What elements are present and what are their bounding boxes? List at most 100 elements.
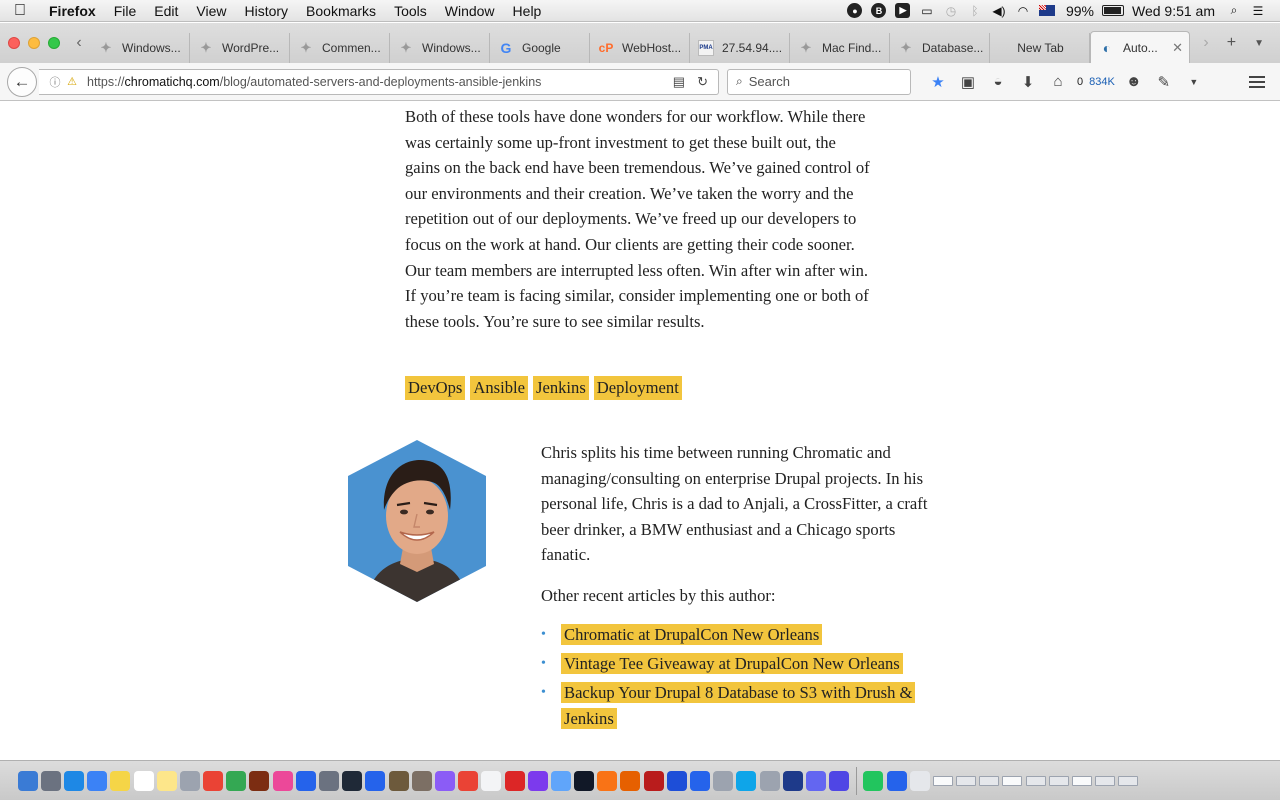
home-icon[interactable]: ⌂	[1043, 67, 1073, 97]
extension-counter[interactable]: 0 834K	[1073, 76, 1119, 88]
menu-firefox[interactable]: Firefox	[40, 0, 105, 22]
tab-scroll-left-icon[interactable]: ‹	[68, 34, 90, 52]
clock[interactable]: Wed 9:51 am	[1125, 3, 1222, 19]
dock-minimized-window-icon[interactable]	[1072, 775, 1093, 786]
url-text[interactable]: https://chromatichq.com/blog/automated-s…	[87, 75, 673, 89]
flag-au-icon[interactable]	[1035, 0, 1059, 22]
extension-menu-chevron-down-icon[interactable]: ▼	[1179, 67, 1209, 97]
dock-imovie-icon[interactable]	[527, 770, 548, 791]
tab-scroll-right-icon[interactable]: ›	[1203, 34, 1208, 52]
dock-minimized-window-icon[interactable]	[956, 775, 977, 786]
tag-ansible[interactable]: Ansible	[470, 376, 529, 400]
dock-system-preferences-icon[interactable]	[319, 770, 340, 791]
tab-10[interactable]: ◐ Auto... ✕	[1090, 31, 1190, 63]
tag-jenkins[interactable]: Jenkins	[533, 376, 589, 400]
clipboard-icon[interactable]: ▣	[953, 67, 983, 97]
dock-vlc-icon[interactable]	[597, 770, 618, 791]
new-tab-plus-icon[interactable]: +	[1227, 34, 1236, 52]
dock-messages-icon[interactable]	[226, 770, 247, 791]
dock-opera-icon[interactable]	[504, 770, 525, 791]
zoom-window-button[interactable]	[48, 37, 60, 49]
apple-icon[interactable]: 	[0, 2, 40, 20]
tag-devops[interactable]: DevOps	[405, 376, 466, 400]
airplay-icon[interactable]: ▭	[915, 0, 939, 22]
dock-minimized-window-icon[interactable]	[1025, 775, 1046, 786]
dock-mail-icon[interactable]	[87, 770, 108, 791]
dock-filezilla-icon[interactable]	[643, 770, 664, 791]
bluetooth-icon[interactable]: ᛒ	[963, 0, 987, 22]
dock-textwrangler-icon[interactable]	[759, 770, 780, 791]
reload-icon[interactable]: ↻	[697, 74, 708, 90]
record-icon[interactable]: ●	[843, 0, 867, 22]
article-link[interactable]: Vintage Tee Giveaway at DrupalCon New Or…	[561, 653, 903, 674]
tab-6[interactable]: PMA 27.54.94....	[690, 33, 790, 63]
dock-php-icon[interactable]	[829, 770, 850, 791]
article-link[interactable]: Backup Your Drupal 8 Database to S3 with…	[561, 682, 916, 729]
article-link[interactable]: Chromatic at DrupalCon New Orleans	[561, 624, 823, 645]
dock-preview-icon[interactable]	[434, 770, 455, 791]
dock-camino-icon[interactable]	[666, 770, 687, 791]
dock-photos-icon[interactable]	[179, 770, 200, 791]
reader-view-icon[interactable]: ▤	[673, 74, 685, 90]
dock-sequel-pro-icon[interactable]	[805, 770, 826, 791]
tab-list-chevron-down-icon[interactable]: ▼	[1254, 38, 1264, 49]
dock-stickies-icon[interactable]	[156, 770, 177, 791]
menu-bookmarks[interactable]: Bookmarks	[297, 0, 385, 22]
dock-minimized-window-icon[interactable]	[1095, 775, 1116, 786]
wifi-icon[interactable]: ◠	[1011, 0, 1035, 22]
dock-bbedit-icon[interactable]	[782, 770, 803, 791]
dock-netbeans-icon[interactable]	[388, 770, 409, 791]
dock-trash-icon[interactable]	[909, 770, 930, 791]
info-icon[interactable]: ⓘ	[47, 74, 63, 90]
dock-help-icon[interactable]	[713, 770, 734, 791]
dock-virtualbox-icon[interactable]	[736, 770, 757, 791]
dock-android-studio-icon[interactable]	[863, 770, 884, 791]
dock-minimized-window-icon[interactable]	[1002, 775, 1023, 786]
url-bar[interactable]: ⓘ ⚠ https://chromatichq.com/blog/automat…	[39, 68, 719, 95]
chat-icon[interactable]: ☻	[1119, 67, 1149, 97]
dock-textedit-icon[interactable]	[481, 770, 502, 791]
pocket-icon[interactable]: ◒	[983, 67, 1013, 97]
dock-gimp-icon[interactable]	[411, 770, 432, 791]
hamburger-menu-icon[interactable]	[1244, 69, 1270, 95]
dock-itunes-icon[interactable]	[272, 770, 293, 791]
dock-xcode-icon[interactable]	[365, 770, 386, 791]
minimize-window-button[interactable]	[28, 37, 40, 49]
menu-file[interactable]: File	[105, 0, 146, 22]
menu-edit[interactable]: Edit	[145, 0, 187, 22]
menu-tools[interactable]: Tools	[385, 0, 436, 22]
bookmark-star-icon[interactable]: ★	[923, 67, 953, 97]
dock-finder-icon[interactable]	[17, 770, 38, 791]
dock-photo-booth-icon[interactable]	[249, 770, 270, 791]
lock-warning-icon[interactable]: ⚠	[65, 75, 79, 89]
tab-5[interactable]: cP WebHost...	[590, 33, 690, 63]
tab-0[interactable]: ✦ Windows...	[90, 33, 190, 63]
dock-terminal-icon[interactable]	[574, 770, 595, 791]
dock-safari-icon[interactable]	[63, 770, 84, 791]
dock-minimized-window-icon[interactable]	[1118, 775, 1139, 786]
b-icon[interactable]: B	[867, 0, 891, 22]
extension-icon[interactable]: ✎	[1149, 67, 1179, 97]
menu-help[interactable]: Help	[504, 0, 551, 22]
tag-deployment[interactable]: Deployment	[593, 376, 682, 400]
battery-icon[interactable]	[1101, 0, 1125, 22]
close-tab-icon[interactable]: ✕	[1172, 40, 1183, 56]
dock-firefox-icon[interactable]	[620, 770, 641, 791]
dock-chrome-icon[interactable]	[203, 770, 224, 791]
tab-7[interactable]: ✦ Mac Find...	[790, 33, 890, 63]
dock-launchpad-icon[interactable]	[40, 770, 61, 791]
media-icon[interactable]: ▶	[891, 0, 915, 22]
time-machine-icon[interactable]: ◷	[939, 0, 963, 22]
search-input[interactable]: ⌕ Search	[727, 68, 911, 95]
notification-center-icon[interactable]: ☰	[1246, 0, 1270, 22]
menu-view[interactable]: View	[187, 0, 235, 22]
dock-minimized-window-icon[interactable]	[1048, 775, 1069, 786]
volume-icon[interactable]: ◀)	[987, 0, 1011, 22]
dock-calendar-icon[interactable]	[133, 770, 154, 791]
menu-history[interactable]: History	[235, 0, 297, 22]
dock-quicktime-icon[interactable]	[342, 770, 363, 791]
download-icon[interactable]: ⬇	[1013, 67, 1043, 97]
tab-1[interactable]: ✦ WordPre...	[190, 33, 290, 63]
dock-minimized-window-icon[interactable]	[979, 775, 1000, 786]
tab-4[interactable]: G Google	[490, 33, 590, 63]
